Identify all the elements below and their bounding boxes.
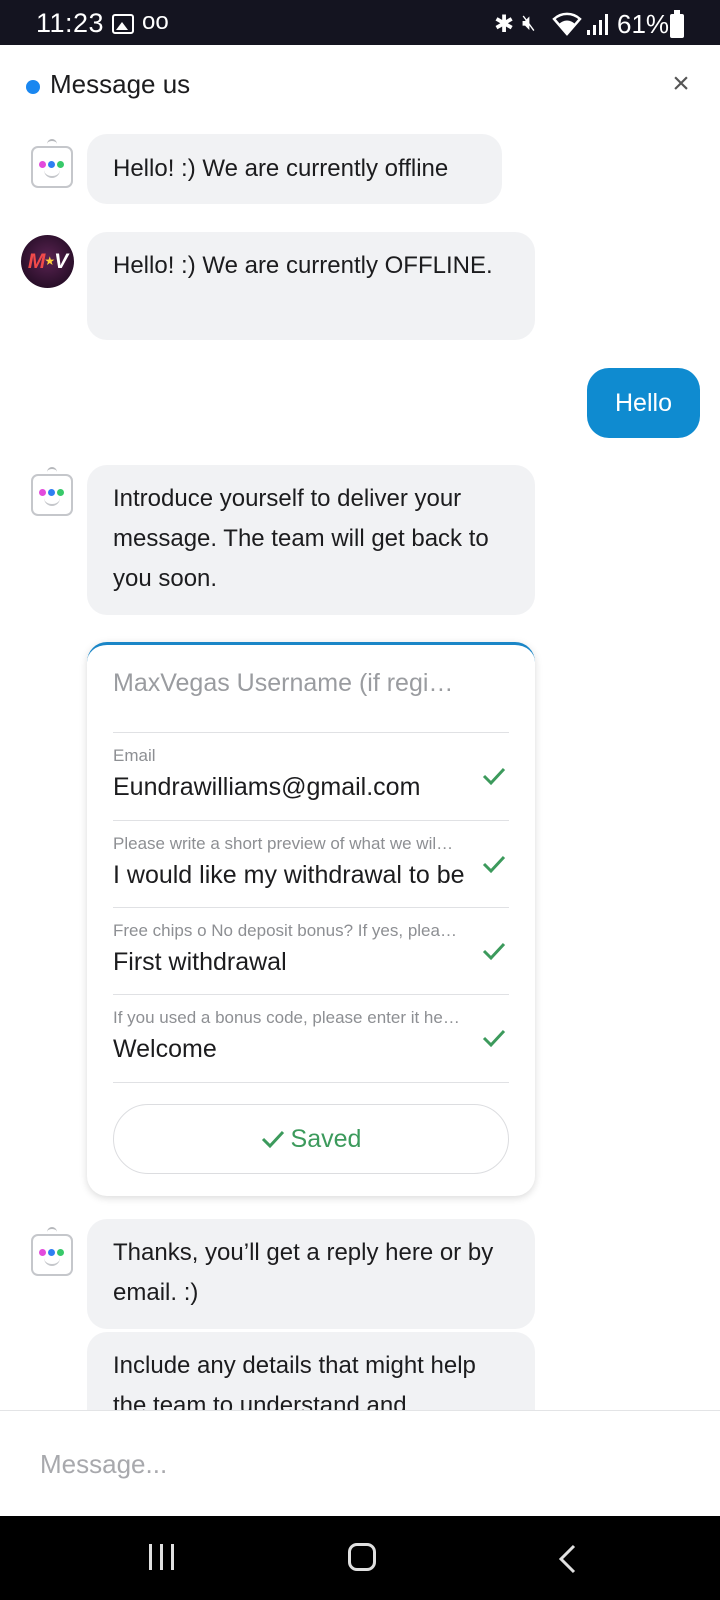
field-label: Email (113, 746, 156, 765)
email-field[interactable]: Email Eundrawilliams@gmail.com (113, 732, 509, 820)
user-message-bubble: Hello (587, 368, 700, 438)
gallery-icon (112, 14, 134, 34)
system-nav-bar (0, 1516, 720, 1600)
mute-icon: 🔇︎ (522, 10, 536, 35)
bot-avatar-icon (31, 467, 73, 517)
field-label: Please write a short preview of what we … (113, 834, 454, 853)
message-bubble: Thanks, you’ll get a reply here or by em… (87, 1219, 535, 1329)
preview-field[interactable]: Please write a short preview of what we … (113, 820, 509, 908)
wifi-icon (552, 12, 582, 36)
chat-header: Message us × (0, 45, 720, 129)
field-value: Eundrawilliams@gmail.com (113, 773, 421, 801)
signal-icon (587, 14, 608, 35)
bot-avatar-icon (31, 139, 73, 189)
recent-apps-icon[interactable] (147, 1544, 177, 1572)
checkmark-icon (482, 1029, 506, 1048)
status-bar: 11:23 oo ✱ 🔇︎ 61% (0, 0, 720, 45)
message-composer (0, 1410, 720, 1516)
checkmark-icon (261, 1130, 284, 1149)
online-status-dot (26, 80, 40, 94)
voicemail-icon: oo (142, 8, 169, 35)
message-bubble: Introduce yourself to deliver your messa… (87, 465, 535, 615)
back-icon[interactable] (556, 1544, 582, 1574)
bluetooth-icon: ✱ (494, 11, 515, 38)
battery-percent: 61% (617, 9, 670, 39)
checkmark-icon (482, 767, 506, 786)
message-bubble: Hello! :) We are currently offline (87, 134, 502, 204)
bonus-field[interactable]: Free chips o No deposit bonus? If yes, p… (113, 907, 509, 995)
saved-label: Saved (290, 1125, 362, 1153)
message-bubble: Hello! :) We are currently OFFLINE. (87, 232, 535, 340)
agent-avatar: M★V (21, 235, 74, 288)
conversation[interactable]: Hello! :) We are currently offline M★V H… (0, 129, 720, 1410)
checkmark-icon (482, 855, 506, 874)
chat-title: Message us (50, 69, 191, 99)
home-icon[interactable] (348, 1543, 376, 1571)
saved-button[interactable]: Saved (113, 1104, 509, 1174)
field-label: Free chips o No deposit bonus? If yes, p… (113, 921, 457, 940)
field-value: I would like my withdrawal to be (113, 861, 465, 889)
username-input[interactable]: MaxVegas Username (if regi… (113, 669, 453, 698)
close-button[interactable]: × (664, 67, 698, 101)
checkmark-icon (482, 942, 506, 961)
bonus-code-field[interactable]: If you used a bonus code, please enter i… (113, 994, 509, 1082)
contact-form-card: MaxVegas Username (if regi… Email Eundra… (87, 642, 535, 1196)
field-label: If you used a bonus code, please enter i… (113, 1008, 460, 1027)
bot-avatar-icon (31, 1227, 73, 1277)
field-value: Welcome (113, 1035, 217, 1063)
message-bubble: Include any details that might help the … (87, 1332, 535, 1410)
battery-icon (670, 10, 684, 38)
field-value: First withdrawal (113, 948, 287, 976)
message-input[interactable] (40, 1439, 680, 1489)
status-time: 11:23 (36, 8, 105, 38)
divider (113, 1082, 509, 1083)
